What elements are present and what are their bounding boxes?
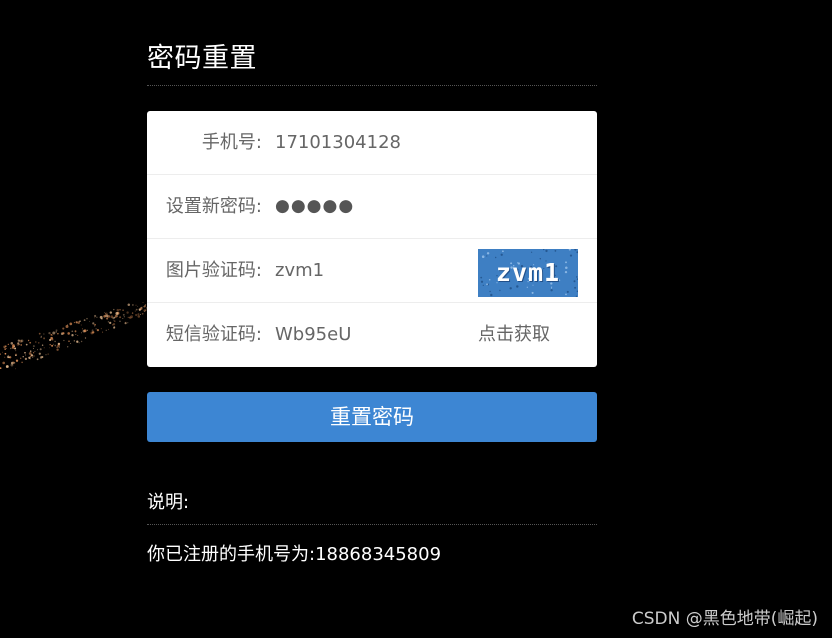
sms-code-input[interactable]: Wb95eU (275, 303, 465, 366)
reset-password-button[interactable]: 重置密码 (147, 392, 597, 442)
page-title: 密码重置 (147, 43, 257, 74)
new-password-label: 设置新密码: (165, 196, 262, 217)
sms-code-row: 短信验证码: Wb95eU 点击获取 (147, 303, 597, 367)
captcha-image[interactable]: zvm1 (478, 249, 578, 297)
notes-divider (147, 524, 597, 525)
image-captcha-row: 图片验证码: zvm1 zvm1 (147, 239, 597, 303)
spark-trail-decoration (0, 292, 166, 370)
watermark: CSDN @黑色地带(崛起) (631, 609, 818, 629)
title-divider (147, 85, 597, 86)
captcha-text: zvm1 (495, 258, 561, 287)
get-sms-code-button[interactable]: 点击获取 (478, 303, 550, 367)
new-password-input[interactable]: ●●●●● (275, 175, 465, 238)
notes-text: 你已注册的手机号为:18868345809 (147, 544, 442, 565)
notes-title: 说明: (147, 492, 190, 513)
sms-code-label: 短信验证码: (165, 324, 262, 345)
image-captcha-input[interactable]: zvm1 (275, 239, 465, 302)
phone-input[interactable]: 17101304128 (275, 111, 465, 174)
new-password-row: 设置新密码: ●●●●● (147, 175, 597, 239)
phone-row: 手机号: 17101304128 (147, 111, 597, 175)
reset-form: 手机号: 17101304128 设置新密码: ●●●●● 图片验证码: zvm… (147, 111, 597, 367)
phone-label: 手机号: (201, 132, 262, 153)
image-captcha-label: 图片验证码: (165, 260, 262, 281)
